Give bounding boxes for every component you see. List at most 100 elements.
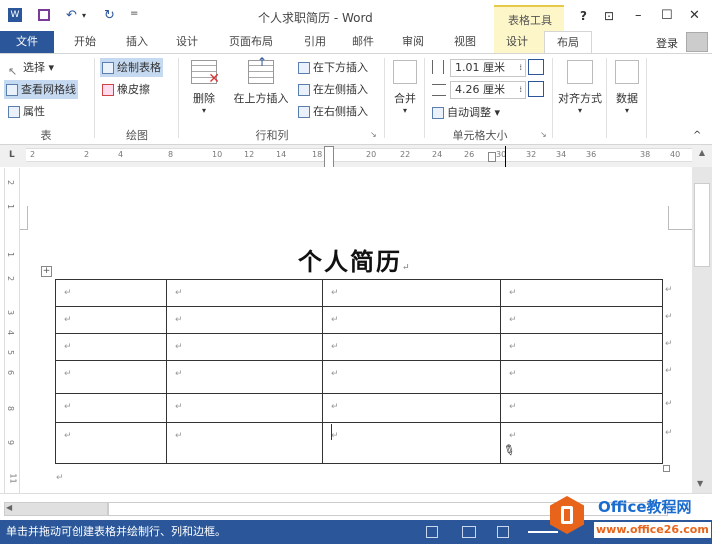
resume-table[interactable]: ↵ ↵ ↵ ↵ ↵ ↵ ↵ ↵ ↵ ↵ ↵ ↵ ↵ ↵ ↵ ↵ ↵ ↵ ↵ ↵ ↵ ↵ ↵ ↵ [55, 279, 663, 464]
select-button[interactable]: ↖ 选择 ▾ [6, 58, 56, 78]
zoom-slider[interactable] [528, 531, 558, 533]
table-cell[interactable]: ↵ [166, 360, 323, 394]
insert-above-button[interactable]: ↑ 在上方插入 [230, 55, 292, 106]
maximize-button[interactable]: ☐ [661, 8, 673, 23]
row-height-input[interactable]: 1.01 厘米 ⁞ [450, 59, 526, 77]
autofit-button[interactable]: 自动调整 ▾ [430, 103, 502, 122]
close-button[interactable]: ✕ [689, 8, 700, 23]
properties-button[interactable]: 属性 [6, 102, 47, 121]
tab-page-layout[interactable]: 页面布局 [218, 31, 284, 53]
table-cell[interactable]: ↵ [55, 422, 167, 464]
table-cell[interactable]: ↵ [500, 422, 663, 464]
column-width-value: 4.26 厘米 [455, 83, 505, 96]
table-move-handle[interactable]: + [41, 266, 52, 277]
scroll-left-icon[interactable]: ◀ [6, 503, 12, 512]
signin-link[interactable]: 登录 [656, 35, 678, 51]
table-cell[interactable]: ↵ [500, 306, 663, 334]
tab-table-design[interactable]: 设计 [494, 31, 540, 53]
paragraph-mark-text: ↵ [56, 473, 64, 483]
rows-cols-launcher-icon[interactable]: ↘ [370, 130, 377, 139]
table-cell[interactable]: ↵ [55, 279, 167, 307]
tab-view[interactable]: 视图 [442, 31, 488, 53]
redo-icon[interactable]: ↻ [104, 8, 115, 23]
view-gridlines-button[interactable]: 查看网格线 [4, 80, 78, 99]
tab-home[interactable]: 开始 [62, 31, 108, 53]
table-cell[interactable]: ↵ [500, 360, 663, 394]
data-button[interactable]: 数据 ▾ [610, 60, 644, 115]
tab-table-layout[interactable]: 布局 [544, 31, 592, 53]
draw-table-button[interactable]: 绘制表格 [100, 58, 163, 77]
table-cell[interactable]: ↵ [55, 306, 167, 334]
scroll-down-icon[interactable]: ▼ [697, 479, 703, 488]
group-separator [424, 58, 425, 138]
horizontal-scroll-track[interactable] [108, 502, 668, 516]
avatar[interactable] [686, 32, 708, 52]
table-cell[interactable]: ↵ [322, 279, 501, 307]
distribute-rows-icon[interactable] [528, 59, 544, 75]
print-layout-icon[interactable] [462, 526, 476, 538]
insert-right-button[interactable]: 在右侧插入 [296, 102, 370, 121]
delete-button[interactable]: ✕ 删除 ▾ [184, 60, 224, 115]
tab-file[interactable]: 文件 [0, 31, 54, 53]
insert-left-button[interactable]: 在左侧插入 [296, 80, 370, 99]
properties-icon [8, 106, 20, 118]
tab-selector[interactable]: L [9, 150, 15, 160]
table-cell[interactable]: ↵ [166, 306, 323, 334]
table-cell[interactable]: ↵ [166, 333, 323, 361]
ruler-scale[interactable]: 2 2 4 8 10 12 14 18 20 22 24 26 30 32 34 36 38 40 [26, 148, 692, 162]
table-cell[interactable]: ↵ [166, 422, 323, 464]
web-layout-icon[interactable] [497, 526, 509, 538]
alignment-button[interactable]: 对齐方式 ▾ [556, 60, 604, 115]
column-width-spinner-icon[interactable]: ⁞ [519, 82, 522, 98]
tab-review[interactable]: 审阅 [390, 31, 436, 53]
table-cell[interactable]: ↵ [322, 306, 501, 334]
table-cell[interactable]: ↵ [322, 393, 501, 423]
customize-qat-icon[interactable]: = [130, 8, 138, 19]
table-cell[interactable]: ↵ [500, 393, 663, 423]
right-indent-marker[interactable] [488, 152, 496, 162]
ribbon-display-button[interactable]: ⊡ [604, 9, 614, 23]
table-cell[interactable]: ↵ [500, 333, 663, 361]
minimize-button[interactable]: – [635, 8, 642, 23]
document-heading[interactable]: 个人简历↵ [298, 242, 412, 277]
undo-dropdown-icon[interactable]: ▾ [82, 11, 86, 20]
vertical-scrollbar[interactable]: ▼ [692, 167, 712, 493]
indent-marker[interactable] [324, 146, 334, 168]
table-cell[interactable]: ↵ [166, 393, 323, 423]
read-mode-icon[interactable] [426, 526, 438, 538]
help-button[interactable]: ? [580, 9, 587, 23]
vertical-ruler[interactable]: 2 1 1 2 3 4 5 6 8 9 11 [4, 168, 20, 493]
vertical-scroll-thumb[interactable] [694, 183, 710, 267]
tab-design[interactable]: 设计 [164, 31, 210, 53]
save-icon[interactable] [38, 9, 50, 21]
scroll-up-icon[interactable]: ▲ [694, 148, 710, 164]
merge-button[interactable]: 合并 ▾ [388, 60, 422, 115]
end-of-row-mark: ↵ [665, 312, 673, 322]
row-height-spinner-icon[interactable]: ⁞ [519, 60, 522, 76]
table-cell[interactable]: ↵ [322, 422, 501, 464]
distribute-columns-icon[interactable] [528, 81, 544, 97]
table-cell[interactable]: ↵ [322, 360, 501, 394]
vertical-ruler-tick-label: 9 [6, 439, 16, 446]
insert-above-icon: ↑ [248, 55, 274, 84]
table-cell[interactable]: ↵ [55, 393, 167, 423]
table-cell[interactable]: ↵ [55, 333, 167, 361]
merge-label: 合并 [394, 92, 416, 105]
tab-mailings[interactable]: 邮件 [340, 31, 386, 53]
insert-below-button[interactable]: 在下方插入 [296, 58, 370, 77]
table-cell[interactable]: ↵ [166, 279, 323, 307]
table-resize-handle[interactable] [663, 465, 670, 472]
watermark-title: Office教程网 [598, 498, 692, 516]
cell-size-launcher-icon[interactable]: ↘ [540, 130, 547, 139]
tab-insert[interactable]: 插入 [114, 31, 160, 53]
collapse-ribbon-button[interactable]: ^ [693, 130, 701, 141]
table-row: ↵ ↵ ↵ ↵ [55, 360, 663, 394]
table-cell[interactable]: ↵ [500, 279, 663, 307]
horizontal-scroll-thumb[interactable] [4, 502, 108, 516]
eraser-button[interactable]: 橡皮擦 [100, 80, 152, 99]
table-cell[interactable]: ↵ [322, 333, 501, 361]
table-cell[interactable]: ↵ [55, 360, 167, 394]
undo-icon[interactable]: ↶ [66, 8, 77, 23]
column-width-input[interactable]: 4.26 厘米 ⁞ [450, 81, 526, 99]
tab-references[interactable]: 引用 [292, 31, 338, 53]
